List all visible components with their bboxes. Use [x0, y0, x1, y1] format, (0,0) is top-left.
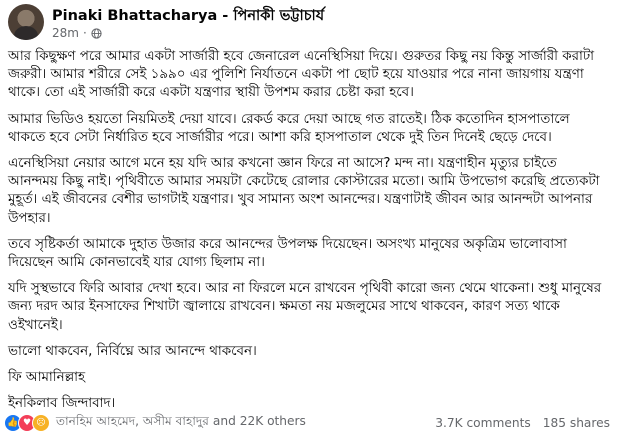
- post-paragraph-3: এনেস্থিসিয়া নেয়ার আগে মনে হয় যদি আর ক…: [8, 156, 600, 226]
- post-footer: 👍 ♥ ☹ তানহিম আহমেদ, অসীম বাহাদুর and 22K…: [4, 412, 610, 434]
- post-timestamp[interactable]: 28m: [52, 26, 79, 40]
- shares-count[interactable]: 185 shares: [543, 416, 610, 430]
- reaction-icons[interactable]: 👍 ♥ ☹: [4, 414, 50, 432]
- author-avatar[interactable]: [8, 4, 44, 40]
- post-meta: 28m ·: [52, 26, 102, 40]
- post-paragraph-1: আর কিছুক্ষণ পরে আমার একটা সার্জারী হবে জ…: [8, 49, 595, 101]
- post-paragraph-5: যদি সুস্থভাবে ফিরি আবার দেখা হবে। আর না …: [8, 281, 602, 333]
- meta-separator: ·: [82, 26, 87, 40]
- sad-reaction-icon[interactable]: ☹: [32, 414, 50, 432]
- post-paragraph-6: ভালো থাকবেন, নির্বিঘ্নে আর আনন্দে থাকবেন…: [8, 343, 257, 359]
- post-paragraph-8: ইনকিলাব জিন্দাবাদ।: [8, 396, 116, 412]
- facebook-post: Pinaki Bhattacharya - পিনাকী ভট্টাচার্য …: [0, 0, 618, 438]
- globe-icon[interactable]: [91, 27, 102, 39]
- comments-count[interactable]: 3.7K comments: [435, 416, 531, 430]
- post-paragraph-7: ফি আমানিল্লাহ: [8, 370, 86, 386]
- post-paragraph-4: তবে সৃষ্টিকর্তা আমাকে দুহাত উজার করে আনন…: [8, 236, 567, 271]
- reaction-names[interactable]: তানহিম আহমেদ, অসীম বাহাদুর and 22K other…: [56, 413, 306, 433]
- post-paragraph-2: আমার ভিডিও হয়তো নিয়মিতই দেয়া যাবে। রে…: [8, 111, 570, 145]
- post-body: আর কিছুক্ষণ পরে আমার একটা সার্জারী হবে জ…: [8, 48, 608, 421]
- post-header: Pinaki Bhattacharya - পিনাকী ভট্টাচার্য …: [8, 4, 608, 46]
- engagement-counts: 3.7K comments 185 shares: [435, 416, 610, 430]
